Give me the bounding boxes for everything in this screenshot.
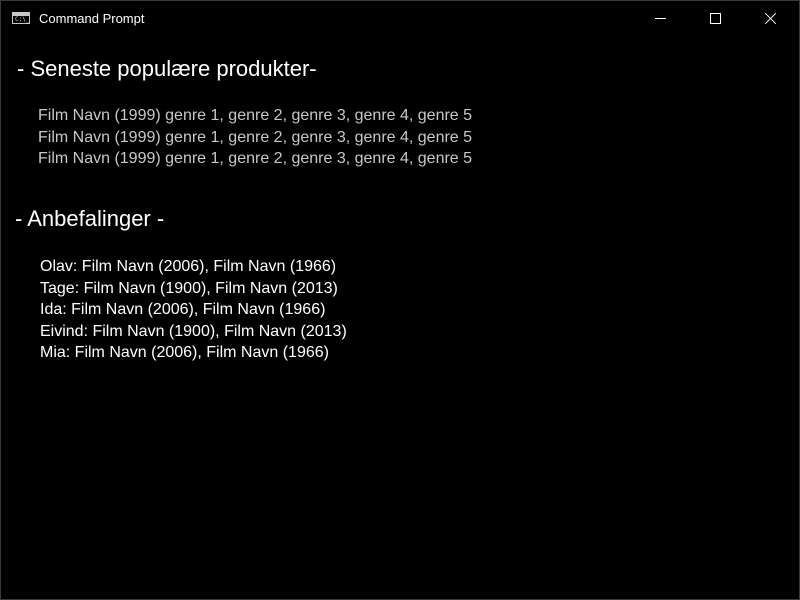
maximize-button[interactable] <box>688 1 744 36</box>
recommendations-heading: - Anbefalinger - <box>15 206 165 231</box>
recommendation-item: Mia: Film Navn (2006), Film Navn (1966) <box>40 344 329 361</box>
minimize-button[interactable] <box>632 1 688 36</box>
popular-products-heading: - Seneste populære produkter- <box>17 56 317 81</box>
popular-product-item: Film Navn (1999) genre 1, genre 2, genre… <box>38 107 473 124</box>
window-title: Command Prompt <box>39 11 145 26</box>
recommendation-item: Ida: Film Navn (2006), Film Navn (1966) <box>40 301 326 318</box>
popular-products-list: Film Navn (1999) genre 1, genre 2, genre… <box>38 105 472 170</box>
console-output[interactable]: - Seneste populære produkter- Film Navn … <box>1 36 799 599</box>
recommendation-item: Tage: Film Navn (1900), Film Navn (2013) <box>40 279 338 297</box>
title-bar[interactable]: C:\_ Command Prompt <box>1 1 799 36</box>
close-icon <box>764 12 777 25</box>
popular-product-item: Film Navn (1999) genre 1, genre 2, genre… <box>38 128 473 146</box>
maximize-icon <box>710 13 721 24</box>
close-button[interactable] <box>743 1 799 36</box>
recommendation-item: Eivind: Film Navn (1900), Film Navn (201… <box>40 322 347 340</box>
command-prompt-window: C:\_ Command Prompt - Seneste populære p… <box>0 0 800 600</box>
popular-product-item: Film Navn (1999) genre 1, genre 2, genre… <box>38 150 473 167</box>
minimize-icon <box>655 18 666 19</box>
recommendations-list: Olav: Film Navn (2006), Film Navn (1966)… <box>40 256 347 364</box>
command-prompt-icon[interactable]: C:\_ <box>12 12 30 24</box>
recommendation-item: Olav: Film Navn (2006), Film Navn (1966) <box>40 258 337 275</box>
